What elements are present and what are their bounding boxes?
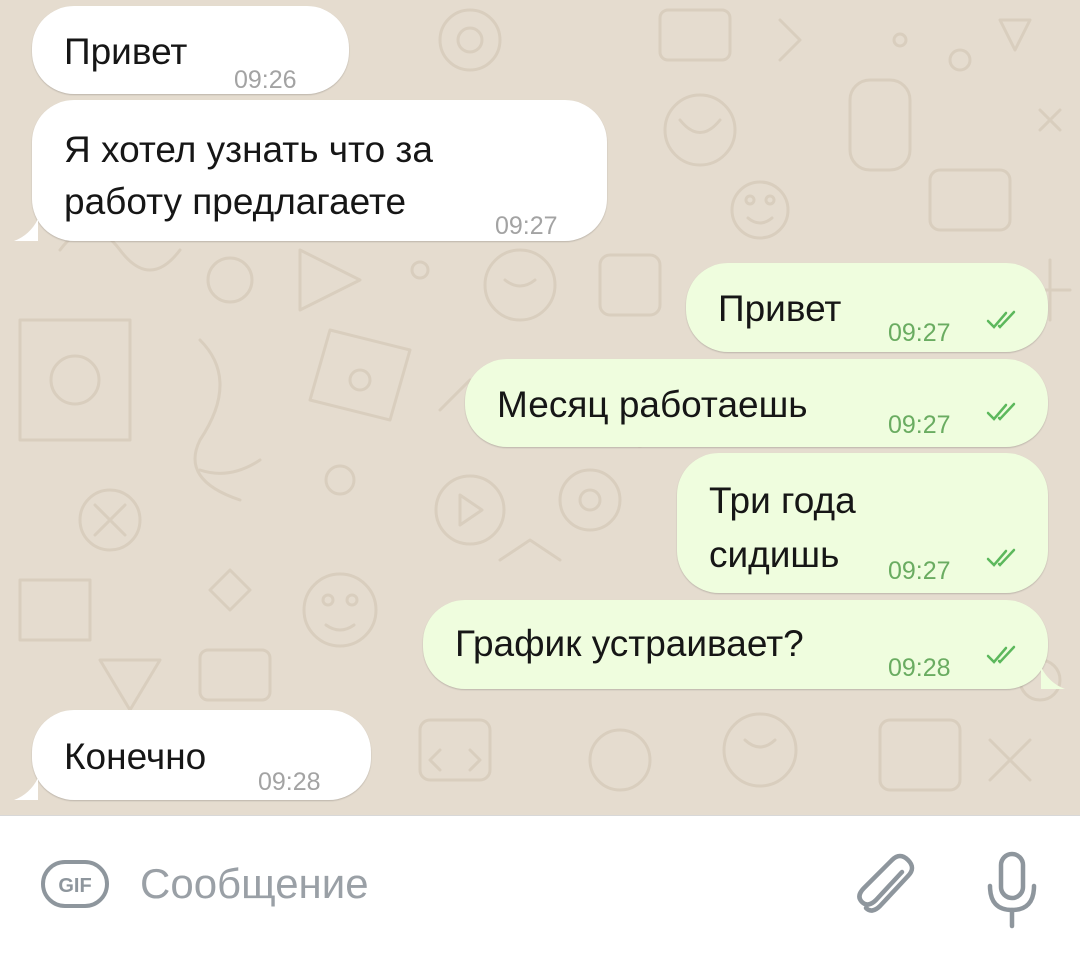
message-time: 09:28 [258,768,321,796]
chat-area[interactable]: Привет 09:26 Я хотел узнать что за работ… [0,0,1080,815]
message-bubble-outgoing[interactable]: Три года сидишь 09:27 [677,453,1048,593]
message-text: Месяц работаешь [497,384,808,425]
gif-label: GIF [58,875,91,897]
message-time: 09:27 [888,557,951,585]
message-text-line: Три года [709,480,856,521]
message-text-line: сидишь [709,534,840,575]
attach-paperclip-icon[interactable] [852,850,918,922]
message-composer: GIF [0,815,1080,953]
message-text: Привет [718,288,842,329]
message-text: Привет [64,31,188,72]
read-double-check-icon [986,645,1016,664]
message-time: 09:27 [495,212,558,240]
message-input[interactable] [140,856,820,912]
message-time: 09:26 [234,66,297,94]
message-bubble-incoming[interactable]: Привет 09:26 [32,6,349,94]
bubble-tail-outgoing [1041,667,1065,689]
message-time: 09:27 [888,411,951,439]
message-text-line: работу предлагаете [64,181,407,222]
message-bubble-outgoing[interactable]: График устраивает? 09:28 [423,600,1048,689]
bubble-tail-incoming [14,778,38,800]
read-double-check-icon [986,548,1016,567]
message-time: 09:27 [888,319,951,347]
read-double-check-icon [986,402,1016,421]
microphone-icon[interactable] [984,850,1040,930]
message-bubble-incoming[interactable]: Я хотел узнать что за работу предлагаете… [32,100,607,241]
message-bubble-incoming[interactable]: Конечно 09:28 [32,710,371,800]
message-text: Конечно [64,736,207,777]
gif-icon[interactable]: GIF [40,858,110,910]
bubble-tail-incoming [14,219,38,241]
message-text-line: Я хотел узнать что за [64,129,433,170]
read-double-check-icon [986,310,1016,329]
message-time: 09:28 [888,654,951,682]
message-bubble-outgoing[interactable]: Привет 09:27 [686,263,1048,352]
message-text: График устраивает? [455,623,804,664]
message-bubble-outgoing[interactable]: Месяц работаешь 09:27 [465,359,1048,447]
